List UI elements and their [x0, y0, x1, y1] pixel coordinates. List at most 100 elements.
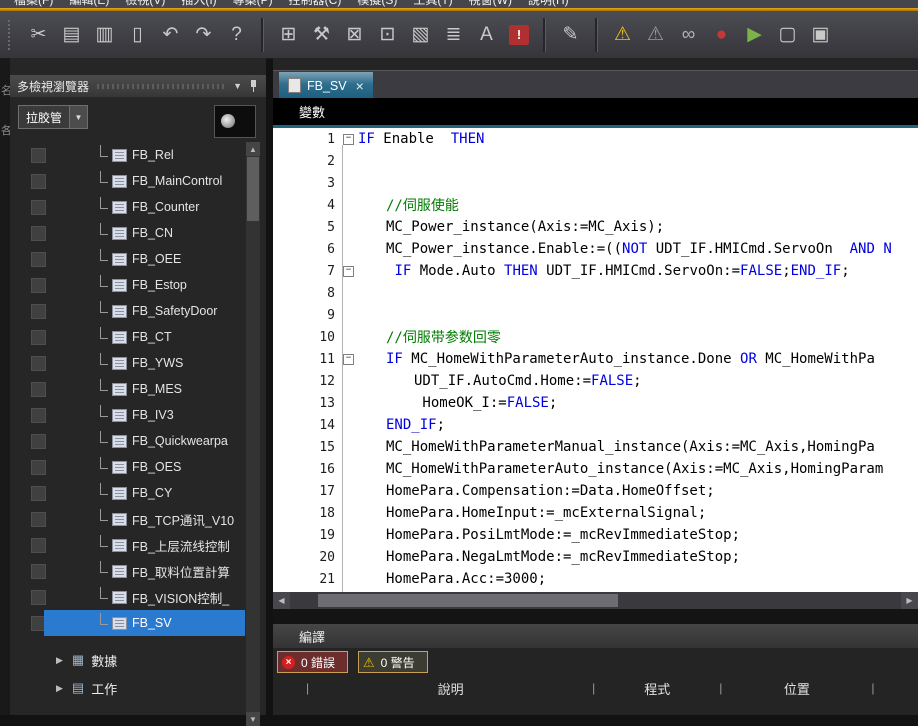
- help-icon[interactable]: ?: [222, 20, 251, 49]
- explorer-header[interactable]: 多檢視瀏覽器 ▼: [10, 75, 266, 97]
- tree-item-FB_CN[interactable]: FB_CN: [10, 220, 245, 246]
- tree-item-FB_OES[interactable]: FB_OES: [10, 454, 245, 480]
- tree-item-FB_Estop[interactable]: FB_Estop: [10, 272, 245, 298]
- tree-item-FB_Rel[interactable]: FB_Rel: [10, 142, 245, 168]
- tree-item-FB_IV3[interactable]: FB_IV3: [10, 402, 245, 428]
- tree-item-main[interactable]: FB_SV: [44, 610, 245, 636]
- horizontal-scrollbar[interactable]: ◀ ▶: [273, 592, 918, 609]
- undo-icon[interactable]: ↶: [156, 20, 185, 49]
- tree-item-main[interactable]: FB_CN: [44, 220, 245, 246]
- tree-item-main[interactable]: FB_Rel: [44, 142, 245, 168]
- tree-item-main[interactable]: FB_OES: [44, 454, 245, 480]
- tree-item-FB_SafetyDoor[interactable]: FB_SafetyDoor: [10, 298, 245, 324]
- menu-item-視窗(W)[interactable]: 視窗(W): [469, 0, 512, 8]
- tree-item-FB_取料位置計算[interactable]: FB_取料位置計算: [10, 558, 245, 584]
- build-window-icon[interactable]: ⊞: [274, 20, 303, 49]
- build-panel-header[interactable]: 編譯: [273, 624, 918, 648]
- close-icon[interactable]: ×: [356, 78, 364, 94]
- tree-item-main[interactable]: FB_CT: [44, 324, 245, 350]
- screen-icon[interactable]: ▣: [806, 20, 835, 49]
- binoculars-icon[interactable]: ∞: [674, 20, 703, 49]
- errors-filter-button[interactable]: × 0 錯誤: [277, 651, 348, 673]
- tree-item-FB_Counter[interactable]: FB_Counter: [10, 194, 245, 220]
- tree-item-main[interactable]: FB_SafetyDoor: [44, 298, 245, 324]
- tree-item-FB_SV[interactable]: FB_SV: [10, 610, 245, 636]
- scroll-up-icon[interactable]: ▲: [246, 142, 260, 156]
- steps-icon[interactable]: ≣: [439, 20, 468, 49]
- paste-icon[interactable]: ▥: [90, 20, 119, 49]
- menu-item-工具(T)[interactable]: 工具(T): [413, 0, 452, 8]
- copy-icon[interactable]: ▤: [57, 20, 86, 49]
- tree-item-FB_VISION控制_[interactable]: FB_VISION控制_: [10, 584, 245, 610]
- tree-item-main[interactable]: FB_MainControl: [44, 168, 245, 194]
- tree-item-main[interactable]: FB_YWS: [44, 350, 245, 376]
- search-icon[interactable]: A: [472, 20, 501, 49]
- run-icon[interactable]: ▶: [740, 20, 769, 49]
- sidebar-item-data[interactable]: ▶▦數據: [10, 646, 245, 674]
- pin-icon[interactable]: [249, 80, 259, 92]
- tree-item-main[interactable]: FB_IV3: [44, 402, 245, 428]
- fold-toggle-icon[interactable]: −: [343, 266, 354, 277]
- tree-item-FB_CT[interactable]: FB_CT: [10, 324, 245, 350]
- online-monitor-icon[interactable]: ▢: [773, 20, 802, 49]
- tree-item-FB_MainControl[interactable]: FB_MainControl: [10, 168, 245, 194]
- warning-yellow-icon[interactable]: ⚠: [608, 20, 637, 49]
- edit-icon[interactable]: ✎: [556, 20, 585, 49]
- column-header-0[interactable]: 說明: [309, 679, 592, 698]
- column-header-1[interactable]: 程式: [595, 679, 719, 698]
- breakpoint-icon[interactable]: ●: [707, 20, 736, 49]
- tree-item-main[interactable]: FB_MES: [44, 376, 245, 402]
- tree-item-main[interactable]: FB_TCP通讯_V10: [44, 506, 245, 532]
- tree-scrollbar[interactable]: ▲ ▼: [246, 142, 260, 726]
- tab-fb-sv[interactable]: FB_SV ×: [279, 72, 373, 99]
- chevron-down-icon[interactable]: ▼: [233, 81, 242, 91]
- collapsed-arrow-icon[interactable]: ▶: [56, 655, 63, 666]
- watch-table-icon[interactable]: ▧: [406, 20, 435, 49]
- scrollbar-thumb[interactable]: [318, 594, 618, 607]
- tree-item-FB_上层流线控制[interactable]: FB_上层流线控制: [10, 532, 245, 558]
- tree-item-main[interactable]: FB_OEE: [44, 246, 245, 272]
- tree-item-FB_Quickwearpa[interactable]: FB_Quickwearpa: [10, 428, 245, 454]
- tree-item-FB_MES[interactable]: FB_MES: [10, 376, 245, 402]
- delete-icon[interactable]: ▯: [123, 20, 152, 49]
- toolbar-grip[interactable]: [8, 20, 14, 50]
- menu-item-模擬(S)[interactable]: 模擬(S): [357, 0, 397, 8]
- scroll-down-icon[interactable]: ▼: [246, 712, 260, 726]
- tree-item-main[interactable]: FB_Estop: [44, 272, 245, 298]
- menu-item-檢視(V)[interactable]: 檢視(V): [125, 0, 165, 8]
- menu-item-控制器(C)[interactable]: 控制器(C): [289, 0, 342, 8]
- menu-item-專案(P)[interactable]: 專案(P): [233, 0, 273, 8]
- chevron-down-icon[interactable]: ▼: [69, 106, 87, 128]
- column-header-2[interactable]: 位置: [722, 679, 871, 698]
- warnings-filter-button[interactable]: ⚠ 0 警告: [358, 651, 428, 673]
- scroll-left-icon[interactable]: ◀: [273, 592, 290, 609]
- menu-item-說明(H)[interactable]: 說明(H): [528, 0, 569, 8]
- cut-icon[interactable]: ✂: [24, 20, 53, 49]
- fold-toggle-icon[interactable]: −: [343, 134, 354, 145]
- tree-item-FB_YWS[interactable]: FB_YWS: [10, 350, 245, 376]
- code-editor[interactable]: 1−IF Enable THEN234//伺服使能5MC_Power_insta…: [273, 128, 918, 592]
- scrollbar-thumb[interactable]: [247, 157, 259, 221]
- tree-item-main[interactable]: FB_Counter: [44, 194, 245, 220]
- monitor-icon[interactable]: ⊡: [373, 20, 402, 49]
- menu-item-編輯(E)[interactable]: 編輯(E): [69, 0, 109, 8]
- tree-item-main[interactable]: FB_CY: [44, 480, 245, 506]
- fold-toggle-icon[interactable]: −: [343, 354, 354, 365]
- transfer-icon[interactable]: ⊠: [340, 20, 369, 49]
- menu-item-插入(I)[interactable]: 插入(I): [181, 0, 216, 8]
- sidebar-item-tasks[interactable]: ▶▤工作: [10, 674, 245, 702]
- syntax-error-icon[interactable]: !: [509, 25, 529, 45]
- collapsed-arrow-icon[interactable]: ▶: [56, 683, 63, 694]
- warning-gray-icon[interactable]: ⚠: [641, 20, 670, 49]
- tree-item-FB_CY[interactable]: FB_CY: [10, 480, 245, 506]
- group-filter-dropdown[interactable]: 拉胶管 ▼: [18, 105, 88, 129]
- tree-item-main[interactable]: FB_Quickwearpa: [44, 428, 245, 454]
- tree-item-FB_OEE[interactable]: FB_OEE: [10, 246, 245, 272]
- tree-item-FB_TCP通讯_V10[interactable]: FB_TCP通讯_V10: [10, 506, 245, 532]
- menu-item-檔案(F)[interactable]: 檔案(F): [14, 0, 53, 8]
- panel-splitter[interactable]: [273, 609, 918, 624]
- tree-item-main[interactable]: FB_上层流线控制: [44, 532, 245, 558]
- variables-section-header[interactable]: 變數: [273, 98, 918, 128]
- scroll-right-icon[interactable]: ▶: [901, 592, 918, 609]
- redo-icon[interactable]: ↷: [189, 20, 218, 49]
